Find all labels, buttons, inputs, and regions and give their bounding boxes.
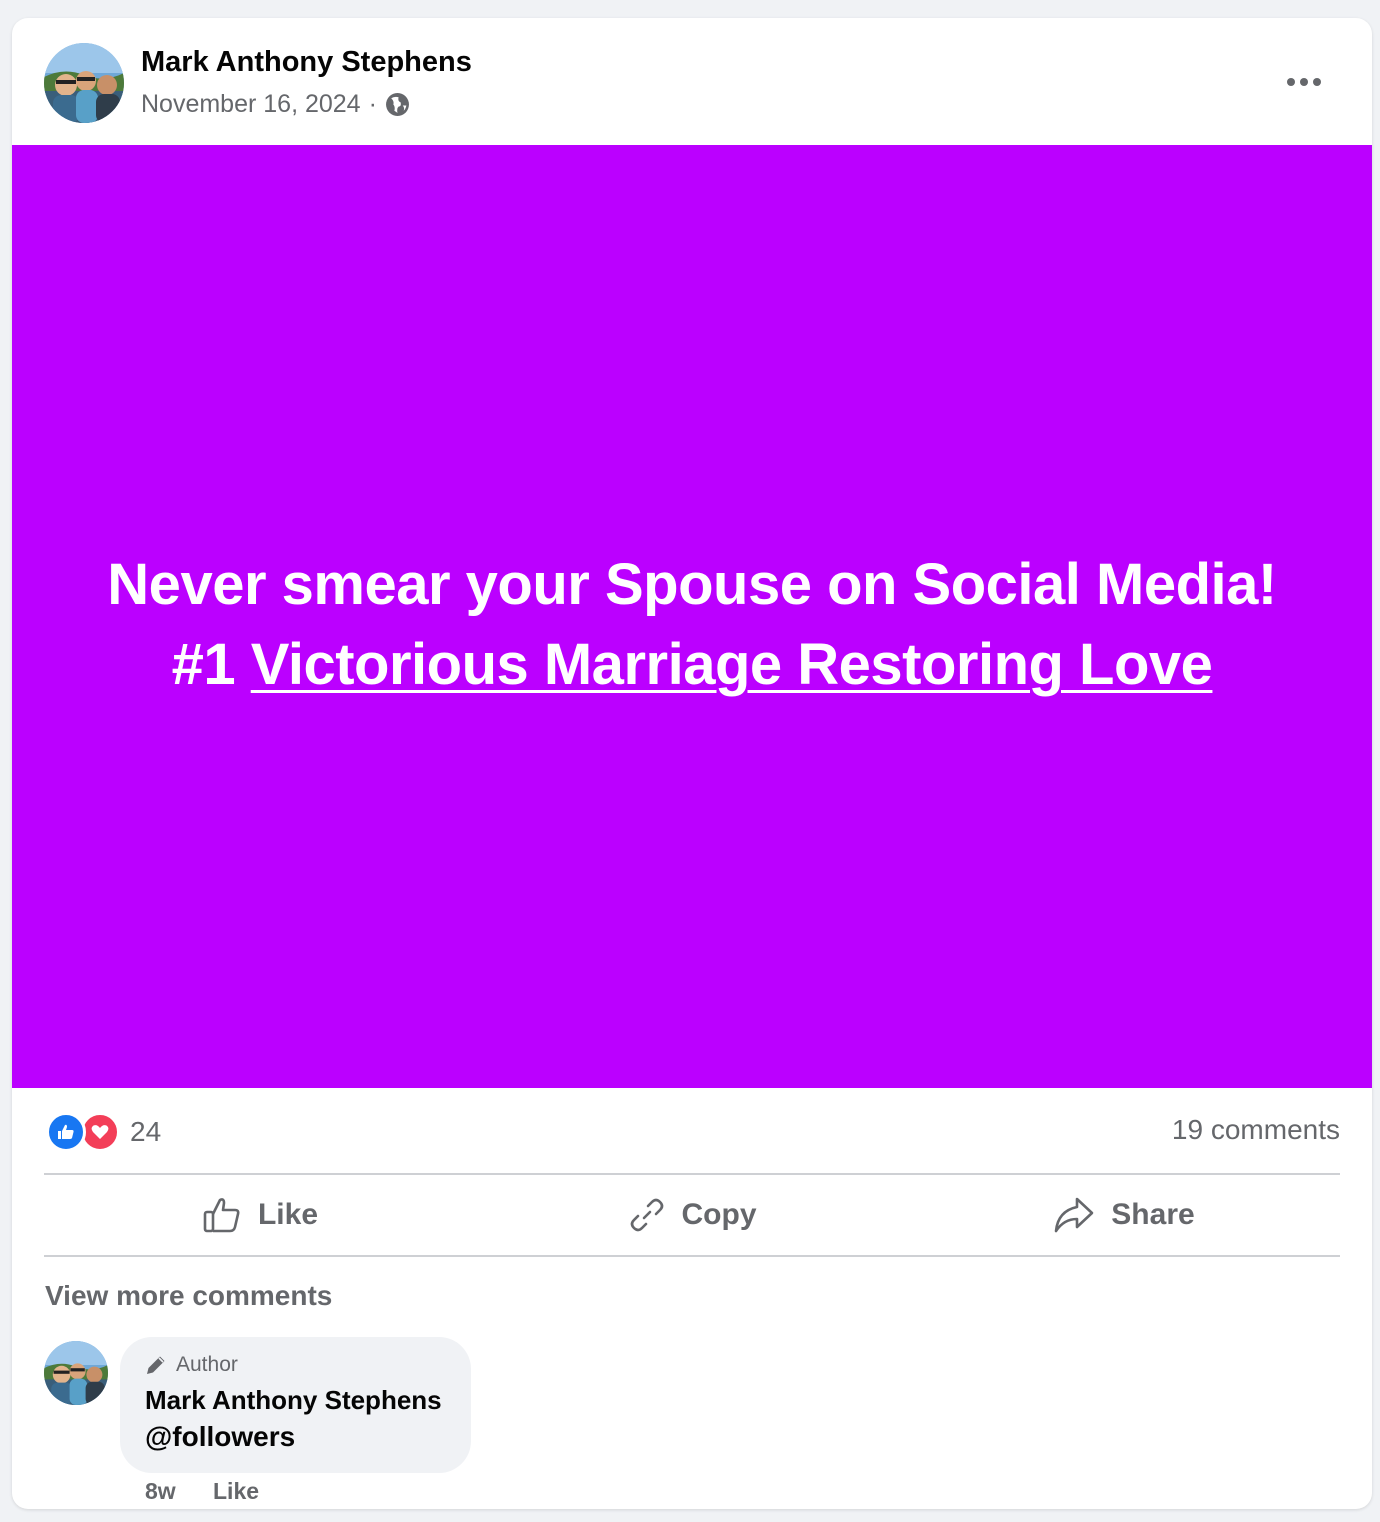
post-card: Mark Anthony Stephens November 16, 2024 … — [12, 18, 1372, 1509]
reaction-count: 24 — [130, 1116, 162, 1147]
author-avatar[interactable] — [44, 43, 124, 123]
comment-count[interactable]: 19 comments — [1172, 1114, 1340, 1146]
like-button[interactable]: Like — [44, 1178, 476, 1252]
like-label: Like — [257, 1198, 319, 1231]
post-background: Never smear your Spouse on Social Media!… — [12, 145, 1372, 1088]
post-header: Mark Anthony Stephens November 16, 2024 … — [12, 18, 1372, 145]
globe-icon[interactable] — [385, 92, 410, 117]
copy-button[interactable]: Copy — [476, 1178, 908, 1252]
more-options-icon[interactable] — [1280, 62, 1328, 102]
post-date[interactable]: November 16, 2024 — [141, 90, 361, 119]
author-badge: Author — [144, 1353, 238, 1377]
divider-bottom — [44, 1255, 1340, 1257]
comment-text: @followers — [145, 1421, 296, 1452]
comment-bubble: Author Mark Anthony Stephens @followers — [120, 1337, 471, 1473]
post-text-line1: Never smear your Spouse on Social Media! — [107, 552, 1277, 617]
author-badge-label: Author — [176, 1353, 238, 1376]
post-text: Never smear your Spouse on Social Media!… — [12, 545, 1372, 705]
reactions-summary[interactable]: 24 — [46, 1112, 161, 1152]
post-link[interactable]: Victorious Marriage Restoring Love — [251, 632, 1213, 697]
love-reaction-icon — [80, 1112, 120, 1152]
pencil-icon — [147, 1356, 165, 1374]
view-more-comments-link[interactable]: View more comments — [45, 1280, 332, 1312]
share-icon — [1054, 1197, 1094, 1233]
like-reaction-icon — [46, 1112, 86, 1152]
comment-timestamp[interactable]: 8w — [145, 1478, 176, 1505]
copy-label: Copy — [681, 1198, 757, 1231]
divider-top — [44, 1173, 1340, 1175]
comment-like-button[interactable]: Like — [213, 1478, 259, 1505]
meta-separator: · — [368, 90, 377, 118]
share-button[interactable]: Share — [908, 1178, 1340, 1252]
author-name[interactable]: Mark Anthony Stephens — [141, 46, 472, 79]
commenter-name[interactable]: Mark Anthony Stephens — [145, 1385, 442, 1416]
post-meta: November 16, 2024 · — [141, 90, 410, 119]
commenter-avatar[interactable] — [44, 1341, 108, 1405]
share-label: Share — [1111, 1198, 1195, 1231]
link-icon — [630, 1198, 663, 1232]
like-icon — [203, 1198, 240, 1233]
post-text-prefix: #1 — [171, 632, 251, 697]
post-text-line2: #1 Victorious Marriage Restoring Love — [12, 625, 1372, 705]
